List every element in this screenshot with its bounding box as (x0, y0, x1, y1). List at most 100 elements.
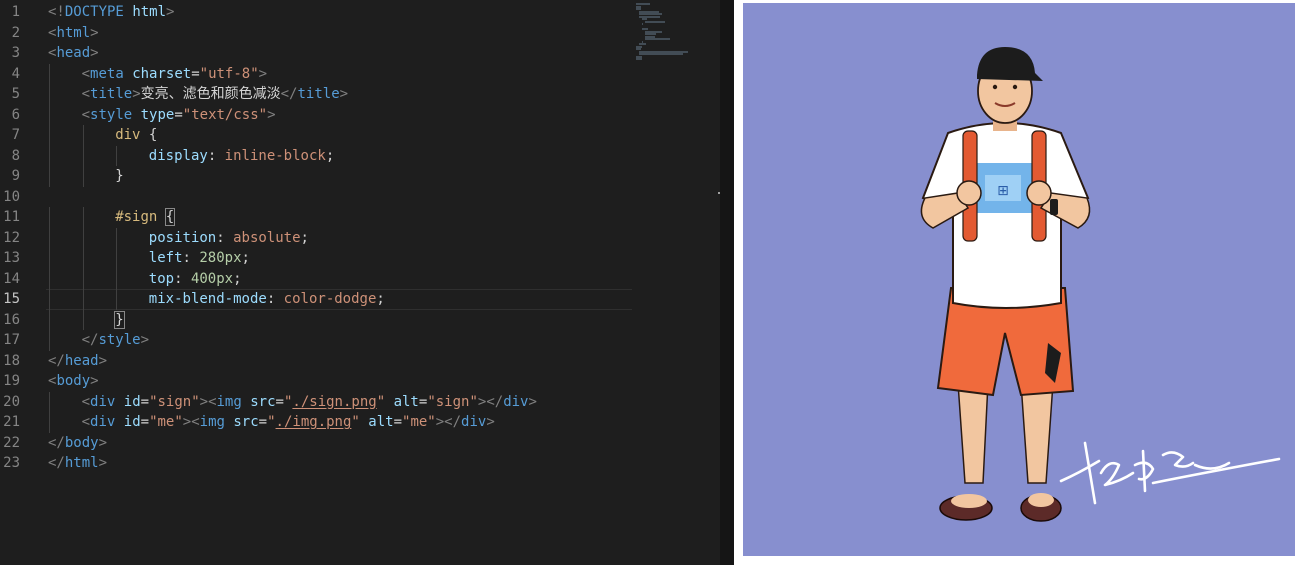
indent-guide (49, 412, 50, 433)
code-line[interactable]: <head> (48, 43, 632, 64)
code-token: position (148, 229, 217, 246)
split-divider[interactable] (720, 0, 734, 565)
code-token: html (56, 24, 91, 41)
code-token: charset (132, 65, 192, 82)
indent-guide (49, 84, 50, 105)
line-number: 20 (3, 393, 20, 410)
code-line[interactable]: } (48, 166, 632, 187)
indent-guide (49, 207, 50, 228)
code-token: = (258, 414, 268, 430)
svg-text:⊞: ⊞ (997, 183, 1009, 199)
code-token: title (90, 86, 133, 102)
code-token: display (148, 147, 208, 164)
code-token: title (297, 86, 340, 102)
line-number: 2 (11, 24, 20, 41)
code-line[interactable]: top: 400px; (48, 268, 632, 289)
indent-guide (49, 63, 50, 84)
code-token: 280px (199, 250, 242, 266)
code-token: </ (81, 332, 99, 348)
code-line[interactable]: mix-blend-mode: color-dodge; (46, 289, 632, 310)
code-line[interactable]: </style> (48, 330, 632, 351)
indent-guide (82, 227, 84, 248)
line-number: 14 (3, 270, 20, 287)
code-token: "sign" (427, 393, 478, 410)
code-token: > (132, 86, 141, 102)
line-number: 18 (3, 352, 20, 369)
code-token: left (148, 250, 183, 266)
code-token: style (98, 332, 141, 348)
indent-guide (49, 104, 50, 125)
code-token: 变亮、滤色和颜色减淡 (140, 86, 281, 102)
indent-guide (49, 268, 50, 289)
code-token: < (81, 65, 91, 82)
code-token: { (164, 208, 176, 226)
code-token: </ (280, 86, 298, 102)
indent-guide (82, 289, 84, 310)
code-token: </ (48, 434, 65, 451)
code-line[interactable]: div { (48, 125, 632, 146)
code-token: color-dodge (283, 291, 377, 307)
minimap[interactable] (632, 0, 716, 565)
indent-guide (82, 248, 84, 269)
code-token: top (148, 270, 175, 287)
code-line[interactable]: <title>变亮、滤色和颜色减淡</title> (48, 84, 632, 105)
indent-guide (49, 248, 50, 269)
minimap-line (645, 20, 665, 23)
code-token: <! (48, 4, 65, 20)
code-line[interactable]: position: absolute; (48, 227, 632, 248)
line-number: 3 (11, 45, 20, 61)
code-token: absolute (233, 229, 301, 246)
minimap-line (645, 38, 671, 40)
code-line[interactable]: <div id="sign"><img src="./sign.png" alt… (48, 391, 632, 412)
line-number: 8 (11, 147, 20, 164)
code-line[interactable]: <style type="text/css"> (48, 104, 632, 125)
code-line[interactable]: display: inline-block; (48, 145, 632, 166)
code-line[interactable]: </head> (48, 351, 632, 372)
minimap-line (642, 23, 643, 25)
line-number: 13 (3, 250, 20, 266)
code-token: } (114, 310, 125, 329)
code-line[interactable]: </html> (48, 453, 632, 474)
person-illustration: ⊞ (920, 47, 1281, 522)
code-token: div (503, 393, 529, 410)
code-token: " (351, 414, 360, 430)
line-number: 9 (11, 168, 20, 184)
code-token: = (393, 414, 403, 430)
code-line[interactable]: left: 280px; (48, 248, 632, 269)
indent-guide (49, 330, 50, 351)
code-token: ></ (477, 393, 504, 410)
code-token: alt (368, 414, 394, 430)
code-token: > (140, 332, 150, 348)
code-token: > (486, 414, 495, 430)
code-token: >< (199, 393, 217, 410)
indent-guide (116, 248, 118, 269)
code-token: inline-block (224, 147, 326, 164)
code-token: > (98, 455, 108, 471)
code-line[interactable] (48, 187, 632, 208)
indent-guide (49, 309, 50, 330)
code-line[interactable]: <html> (48, 23, 632, 44)
code-token: div (461, 414, 487, 430)
line-number: 4 (11, 65, 20, 82)
code-token: > (90, 24, 99, 41)
code-line[interactable]: <div id="me"><img src="./img.png" alt="m… (48, 412, 632, 433)
code-line[interactable]: <!DOCTYPE html> (48, 2, 632, 23)
line-number: 19 (3, 373, 20, 389)
code-line[interactable]: <meta charset="utf-8"> (48, 63, 632, 84)
code-token: " (376, 393, 386, 410)
code-line[interactable]: <body> (48, 371, 632, 392)
indent-guide (82, 309, 84, 330)
code-line[interactable]: </body> (48, 433, 632, 454)
code-area[interactable]: <!DOCTYPE html> <html> <head> <meta charset… (46, 2, 632, 474)
code-token: = (140, 414, 150, 430)
code-token: alt (393, 393, 419, 410)
code-token: img (199, 414, 225, 430)
code-token: < (81, 393, 91, 410)
code-line[interactable]: } (48, 309, 632, 330)
code-editor[interactable]: 1 2 3 4 5 6 7 8 9 10 11 12 13 14 15 16 17 18 19 20 21 22 23 <!… (0, 0, 720, 565)
minimap-line (639, 53, 684, 55)
code-line[interactable]: #sign { (48, 207, 632, 228)
code-token: ; (233, 270, 242, 287)
